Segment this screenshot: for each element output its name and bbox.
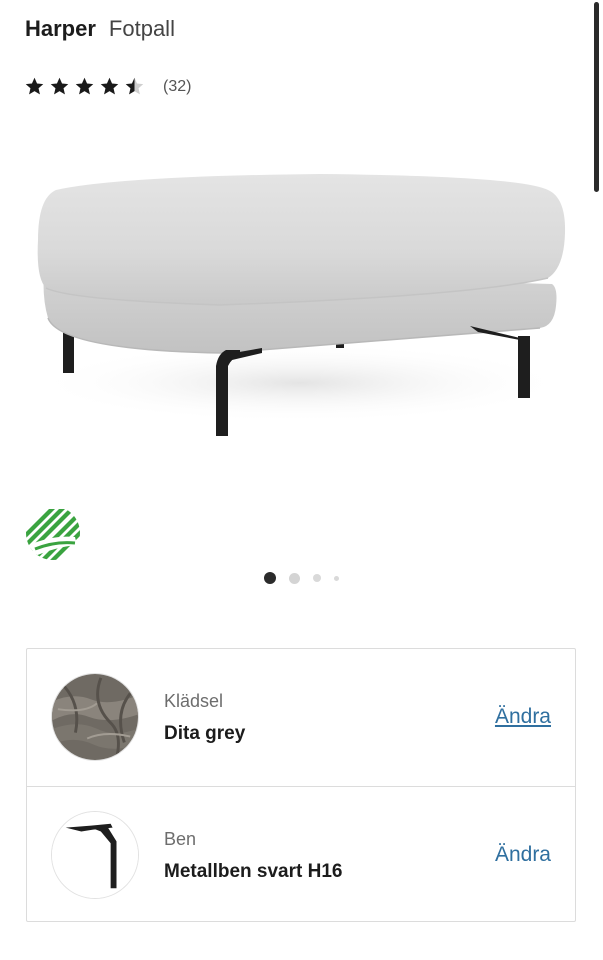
option-value: Metallben svart H16 (164, 861, 343, 882)
nordic-swan-ecolabel-icon (25, 505, 81, 561)
product-brand: Harper (25, 16, 96, 41)
gallery-dot[interactable] (264, 572, 276, 584)
product-page: Harper Fotpall (32) Klädsel Dita grey Än… (0, 0, 603, 960)
star-full-icon (100, 77, 119, 95)
gallery-pagination[interactable] (0, 572, 603, 584)
gallery-dot[interactable] (289, 572, 300, 584)
option-upholstery[interactable]: Klädsel Dita grey Ändra (27, 649, 575, 786)
option-legs[interactable]: Ben Metallben svart H16 Ändra (27, 786, 575, 923)
option-label: Klädsel (164, 691, 224, 711)
star-half-icon (125, 77, 144, 95)
product-title: Harper Fotpall (25, 16, 175, 42)
ottoman-image (30, 174, 570, 436)
star-full-icon (75, 77, 94, 95)
star-full-icon (50, 77, 69, 95)
change-upholstery-link[interactable]: Ändra (495, 705, 551, 729)
star-full-icon (25, 77, 44, 95)
rating[interactable]: (32) (24, 76, 191, 97)
review-count[interactable]: (32) (163, 78, 191, 96)
metal-leg-icon (51, 811, 139, 899)
option-value: Dita grey (164, 723, 246, 744)
gallery-dot[interactable] (313, 574, 321, 582)
product-image[interactable] (0, 128, 603, 468)
gallery-dot[interactable] (334, 575, 339, 581)
rating-stars (24, 76, 145, 97)
product-type: Fotpall (108, 16, 175, 41)
product-options: Klädsel Dita grey Ändra Ben Metallben sv… (26, 648, 576, 922)
fabric-swatch-icon (51, 673, 139, 761)
option-label: Ben (164, 829, 197, 849)
change-legs-link[interactable]: Ändra (495, 843, 551, 867)
